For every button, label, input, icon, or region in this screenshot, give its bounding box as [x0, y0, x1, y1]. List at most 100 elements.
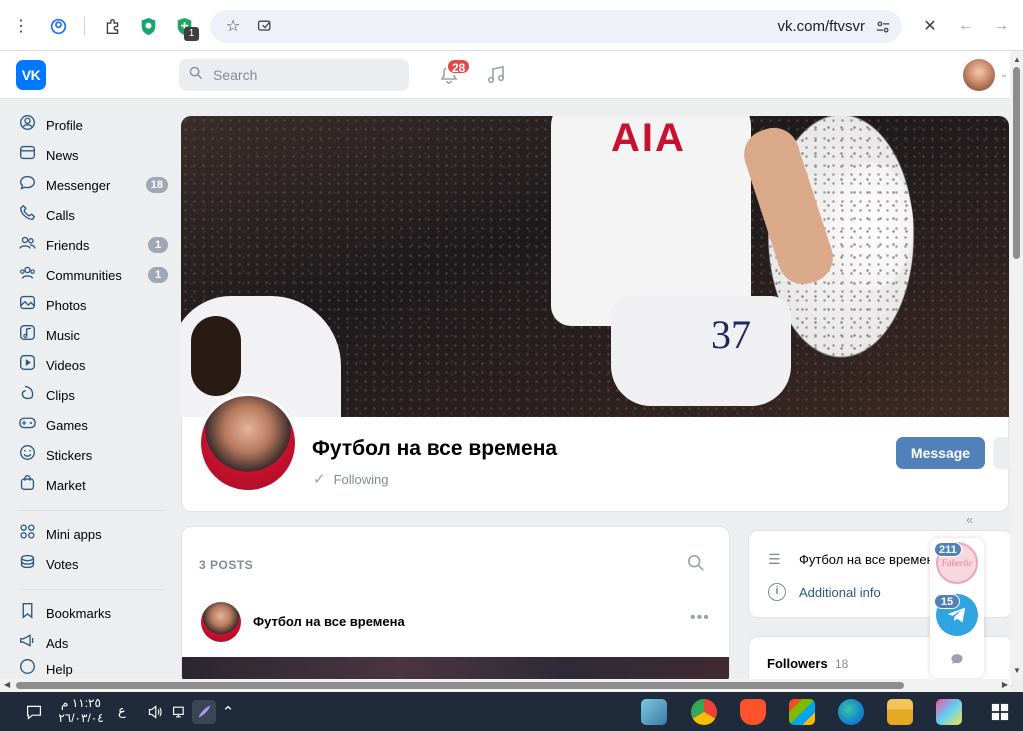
chevron-down-icon[interactable]: ⌄: [1000, 69, 1008, 80]
friends-count-badge: 1: [148, 237, 168, 253]
sidebar-item-photos[interactable]: Photos: [10, 290, 170, 320]
chrome-icon[interactable]: [691, 699, 717, 725]
extensions-icon[interactable]: [101, 15, 123, 37]
volume-icon[interactable]: [143, 700, 167, 724]
sidebar-item-messenger[interactable]: Messenger 18: [10, 170, 170, 200]
sidebar-item-ads[interactable]: Ads: [10, 628, 170, 658]
sidebar-item-games[interactable]: Games: [10, 410, 170, 440]
more-dots-icon[interactable]: •••: [690, 609, 710, 627]
scroll-right-icon[interactable]: ▶: [1002, 680, 1008, 689]
post-author-name[interactable]: Футбол на все времена: [253, 614, 405, 629]
sidebar-item-news[interactable]: News: [10, 140, 170, 170]
windows-taskbar: ١١:٢٥ م ٢٦/٠٣/٠٤ ع ⌃: [0, 692, 1023, 731]
music-note-icon[interactable]: [484, 63, 508, 87]
user-circle-icon: [14, 114, 40, 136]
scroll-thumb[interactable]: [1013, 67, 1020, 259]
post-author-avatar[interactable]: [201, 602, 241, 642]
sticker-icon: [14, 444, 40, 466]
messenger-count-badge: 18: [145, 177, 168, 193]
sidebar-item-friends[interactable]: Friends 1: [10, 230, 170, 260]
following-status[interactable]: ✓ Following: [313, 470, 389, 488]
group-avatar[interactable]: [198, 393, 298, 493]
file-explorer-icon[interactable]: [887, 699, 913, 725]
edge-icon[interactable]: [838, 699, 864, 725]
back-icon[interactable]: ←: [955, 15, 977, 37]
cover-player-head: [191, 316, 241, 396]
address-bar[interactable]: ☆ vk.com/ftvsvr: [210, 10, 902, 43]
language-indicator[interactable]: ع: [118, 703, 126, 719]
sidebar-item-communities[interactable]: Communities 1: [10, 260, 170, 290]
profile-icon[interactable]: [47, 15, 69, 37]
star-icon[interactable]: ☆: [222, 15, 244, 37]
communities-icon: [14, 264, 40, 286]
scroll-left-icon[interactable]: ◀: [4, 680, 10, 689]
pen-icon[interactable]: [192, 700, 216, 724]
screenshare-icon[interactable]: [254, 15, 276, 37]
collapse-chevrons-icon[interactable]: «: [966, 512, 973, 527]
network-icon[interactable]: [168, 700, 192, 724]
posts-card: 3 POSTS Футбол на все времена •••: [181, 526, 730, 686]
help-icon: [14, 658, 40, 680]
photos-app-icon[interactable]: [936, 699, 962, 725]
additional-info-link[interactable]: i Additional info: [768, 583, 881, 601]
extension-badge: 1: [184, 27, 199, 41]
sidebar-item-market[interactable]: Market: [10, 470, 170, 500]
horizontal-scrollbar[interactable]: ◀ ▶: [0, 679, 1010, 692]
sidebar-item-calls[interactable]: Calls: [10, 200, 170, 230]
user-avatar[interactable]: [963, 59, 995, 91]
photo-icon: [14, 294, 40, 316]
cover-photo[interactable]: AIA 37: [181, 116, 1009, 417]
vertical-scrollbar[interactable]: ▲ ▼: [1010, 51, 1023, 679]
sidebar-item-music[interactable]: Music: [10, 320, 170, 350]
news-icon: [14, 144, 40, 166]
clips-icon: [14, 384, 40, 406]
posts-count-title: 3 POSTS: [199, 558, 254, 572]
browser-menu-icon[interactable]: ⋮: [10, 15, 32, 37]
brave-icon[interactable]: [740, 699, 766, 725]
gamepad-icon: [14, 414, 40, 436]
sidebar-item-help[interactable]: Help: [10, 658, 170, 680]
chat-icon: [14, 174, 40, 196]
windows-start-icon[interactable]: [988, 700, 1012, 724]
sidebar-item-bookmarks[interactable]: Bookmarks: [10, 598, 170, 628]
scroll-thumb[interactable]: [16, 682, 904, 689]
scroll-down-icon[interactable]: ▼: [1013, 666, 1021, 675]
cover-shorts: [611, 296, 791, 406]
sidebar: Profile News Messenger 18 Calls Friends …: [0, 99, 175, 679]
chat-bubble-icon[interactable]: [950, 652, 964, 669]
friends-icon: [14, 234, 40, 256]
bookmark-icon: [14, 602, 40, 624]
followers-count: 18: [835, 657, 849, 671]
close-icon[interactable]: ✕: [919, 15, 941, 37]
clock[interactable]: ١١:٢٥ م ٢٦/٠٣/٠٤: [56, 696, 106, 726]
site-settings-icon[interactable]: [872, 16, 894, 38]
notification-center-icon[interactable]: [22, 700, 46, 724]
chevron-up-icon[interactable]: ⌃: [216, 700, 240, 724]
more-actions-button[interactable]: [993, 437, 1010, 469]
sidebar-item-stickers[interactable]: Stickers: [10, 440, 170, 470]
vk-logo[interactable]: VK: [16, 60, 46, 90]
url-text[interactable]: vk.com/ftvsvr: [777, 18, 865, 35]
message-button[interactable]: Message: [896, 437, 985, 469]
sidebar-item-profile[interactable]: Profile: [10, 110, 170, 140]
sidebar-item-votes[interactable]: Votes: [10, 549, 170, 579]
forward-icon[interactable]: →: [990, 15, 1012, 37]
apps-icon: [14, 523, 40, 545]
checkmark-icon: ✓: [313, 471, 326, 488]
sidebar-divider: [18, 510, 165, 511]
phone-icon: [14, 204, 40, 226]
megaphone-icon: [14, 632, 40, 654]
chat-count-badge: 211: [934, 542, 962, 557]
sidebar-item-videos[interactable]: Videos: [10, 350, 170, 380]
notes-app-icon[interactable]: [641, 699, 667, 725]
sidebar-item-mini-apps[interactable]: Mini apps: [10, 519, 170, 549]
info-icon: i: [768, 583, 786, 601]
search-icon[interactable]: [687, 554, 705, 577]
search-box[interactable]: [179, 59, 409, 91]
followers-label: Followers: [767, 656, 828, 671]
shield-extension-icon[interactable]: [137, 15, 159, 37]
sidebar-item-clips[interactable]: Clips: [10, 380, 170, 410]
search-input[interactable]: [213, 65, 393, 85]
store-icon[interactable]: [789, 699, 815, 725]
scroll-up-icon[interactable]: ▲: [1013, 55, 1021, 64]
